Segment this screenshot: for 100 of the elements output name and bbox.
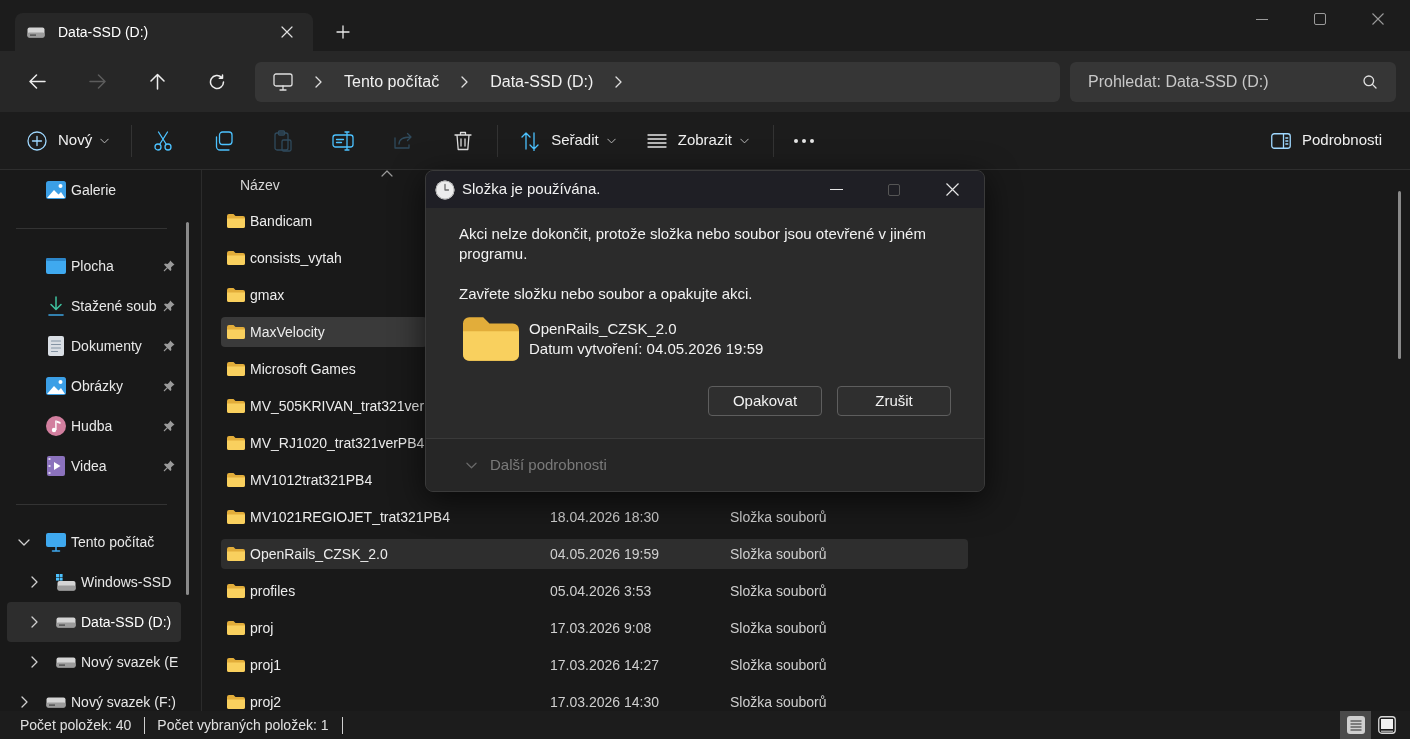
picture-icon bbox=[46, 181, 66, 199]
folder-type: Složka souborů bbox=[730, 581, 827, 601]
creation-date: Datum vytvoření: 04.05.2026 19:59 bbox=[529, 339, 764, 359]
maximize-icon bbox=[1314, 13, 1326, 25]
folder-date: 04.05.2026 19:59 bbox=[550, 544, 659, 564]
file-row[interactable]: proj1 17.03.2026 14:27 Složka souborů bbox=[221, 650, 968, 680]
folder-date: 17.03.2026 14:27 bbox=[550, 655, 659, 675]
sidebar-item[interactable]: Tento počítač bbox=[7, 522, 181, 562]
sidebar-item[interactable]: Data-SSD (D:) bbox=[7, 602, 181, 642]
folder-name: Bandicam bbox=[250, 211, 313, 231]
file-row[interactable]: Microsoft Games bbox=[221, 354, 427, 384]
file-row[interactable]: consists_vytah bbox=[221, 243, 427, 273]
chevron-right-icon[interactable] bbox=[315, 75, 322, 88]
sidebar-item[interactable]: Plocha bbox=[7, 246, 181, 286]
file-row[interactable]: Bandicam bbox=[221, 206, 427, 236]
view-button[interactable]: Zobrazit bbox=[634, 120, 758, 161]
download-arrow-icon bbox=[48, 296, 64, 316]
breadcrumb[interactable]: Data-SSD (D:) bbox=[490, 69, 594, 94]
search-field[interactable]: Prohledat: Data-SSD (D:) bbox=[1070, 61, 1396, 102]
drive-icon bbox=[46, 696, 66, 708]
file-row[interactable]: proj 17.03.2026 9:08 Složka souborů bbox=[221, 613, 968, 643]
file-row[interactable]: proj2 17.03.2026 14:30 Složka souborů bbox=[221, 687, 968, 711]
folder-type: Složka souborů bbox=[730, 507, 827, 527]
folder-icon bbox=[227, 473, 245, 487]
folder-icon bbox=[227, 547, 245, 561]
sidebar-item[interactable]: Nový svazek (F:) bbox=[7, 682, 181, 711]
minimize-icon bbox=[1256, 18, 1268, 20]
scrollbar-thumb[interactable] bbox=[186, 222, 189, 595]
file-row[interactable]: profiles 05.04.2026 3:53 Složka souborů bbox=[221, 576, 968, 606]
folder-name: OpenRails_CZSK_2.0 bbox=[250, 544, 388, 564]
sidebar-item[interactable]: Galerie bbox=[7, 170, 181, 210]
document-icon bbox=[48, 336, 64, 356]
retry-button[interactable]: Opakovat bbox=[708, 386, 822, 416]
folder-name: proj bbox=[250, 618, 274, 638]
item-count: Počet položek: 40 bbox=[20, 715, 132, 735]
scrollbar-thumb[interactable] bbox=[1398, 191, 1401, 359]
new-button[interactable]: Nový bbox=[15, 120, 118, 161]
dialog-instruction: Zavřete složku nebo soubor a opakujte akci. bbox=[459, 284, 754, 304]
folder-icon bbox=[227, 362, 245, 376]
folder-icon bbox=[227, 584, 245, 598]
file-row[interactable]: MV1012trat321PB4 bbox=[221, 465, 427, 495]
folder-icon bbox=[227, 436, 245, 450]
folder-icon bbox=[227, 658, 245, 672]
name-column-header[interactable]: Název bbox=[240, 174, 280, 196]
chevron-right-icon[interactable] bbox=[30, 656, 38, 668]
folder-icon bbox=[227, 621, 245, 635]
chevron-down-icon bbox=[466, 461, 477, 469]
folder-type: Složka souborů bbox=[730, 544, 827, 564]
dialog-message: Akci nelze dokončit, protože složka nebo soubor jsou otevřené v jiném programu. bbox=[459, 224, 927, 264]
chevron-right-icon[interactable] bbox=[461, 75, 469, 88]
chevron-down-icon[interactable] bbox=[18, 538, 30, 546]
file-row[interactable]: MaxVelocity bbox=[221, 317, 427, 347]
close-icon bbox=[281, 26, 293, 38]
chevron-right-icon[interactable] bbox=[30, 576, 38, 588]
sort-button[interactable]: Seřadit bbox=[508, 120, 625, 161]
sidebar-item[interactable]: Videa bbox=[7, 446, 181, 486]
tab[interactable]: Data-SSD (D:) bbox=[15, 13, 313, 51]
file-row[interactable]: gmax bbox=[221, 280, 427, 310]
sidebar-item[interactable]: Windows-SSD bbox=[7, 562, 181, 602]
folder-name: OpenRails_CZSK_2.0 bbox=[529, 319, 678, 339]
folder-name: MaxVelocity bbox=[250, 322, 325, 342]
drive-icon bbox=[27, 26, 45, 38]
folder-name: MV_505KRIVAN_trat321ver bbox=[250, 396, 425, 416]
folder-name: Microsoft Games bbox=[250, 359, 356, 379]
sidebar-item[interactable]: Hudba bbox=[7, 406, 181, 446]
chevron-down-icon bbox=[739, 137, 749, 144]
address-bar[interactable]: Tento počítač Data-SSD (D:) bbox=[255, 61, 1060, 102]
dialog-title: Složka je používána. bbox=[462, 179, 601, 200]
sidebar-item[interactable]: Dokumenty bbox=[7, 326, 181, 366]
folder-name: proj1 bbox=[250, 655, 282, 675]
breadcrumb[interactable]: Tento počítač bbox=[344, 69, 440, 94]
details-pane-button[interactable]: Podrobnosti bbox=[1258, 120, 1394, 161]
chevron-right-icon[interactable] bbox=[20, 696, 28, 708]
chevron-right-icon[interactable] bbox=[30, 616, 38, 628]
tile-view-icon bbox=[1377, 716, 1396, 734]
folder-icon bbox=[227, 399, 245, 413]
sidebar-item[interactable]: Nový svazek (E bbox=[7, 642, 181, 682]
file-row[interactable]: MV_RJ1020_trat321verPB4 bbox=[221, 428, 427, 458]
monitor-icon bbox=[46, 532, 66, 552]
folder-icon bbox=[227, 695, 245, 709]
chevron-right-icon[interactable] bbox=[615, 75, 623, 88]
drive-icon bbox=[56, 656, 76, 668]
folder-date: 18.04.2026 18:30 bbox=[550, 507, 659, 527]
folder-icon bbox=[227, 288, 245, 302]
sidebar-item[interactable]: Obrázky bbox=[7, 366, 181, 406]
details-view-button[interactable] bbox=[1340, 711, 1371, 739]
folder-name: MV_RJ1020_trat321verPB4 bbox=[250, 433, 425, 453]
cancel-button[interactable]: Zrušit bbox=[837, 386, 951, 416]
file-row[interactable]: MV_505KRIVAN_trat321ver bbox=[221, 391, 427, 421]
sidebar-item[interactable]: Stažené soub bbox=[7, 286, 181, 326]
folder-type: Složka souborů bbox=[730, 692, 827, 711]
file-row[interactable]: MV1021REGIOJET_trat321PB4 18.04.2026 18:30 Složka souborů bbox=[221, 502, 968, 532]
music-note-icon bbox=[46, 416, 66, 436]
file-row[interactable]: OpenRails_CZSK_2.0 04.05.2026 19:59 Složka souborů bbox=[221, 539, 968, 569]
plus-icon bbox=[336, 25, 350, 39]
folder-icon bbox=[227, 510, 245, 524]
film-play-icon bbox=[47, 456, 65, 476]
folder-icon bbox=[463, 317, 519, 361]
folder-name: MV1012trat321PB4 bbox=[250, 470, 373, 490]
search-icon bbox=[1363, 74, 1377, 89]
